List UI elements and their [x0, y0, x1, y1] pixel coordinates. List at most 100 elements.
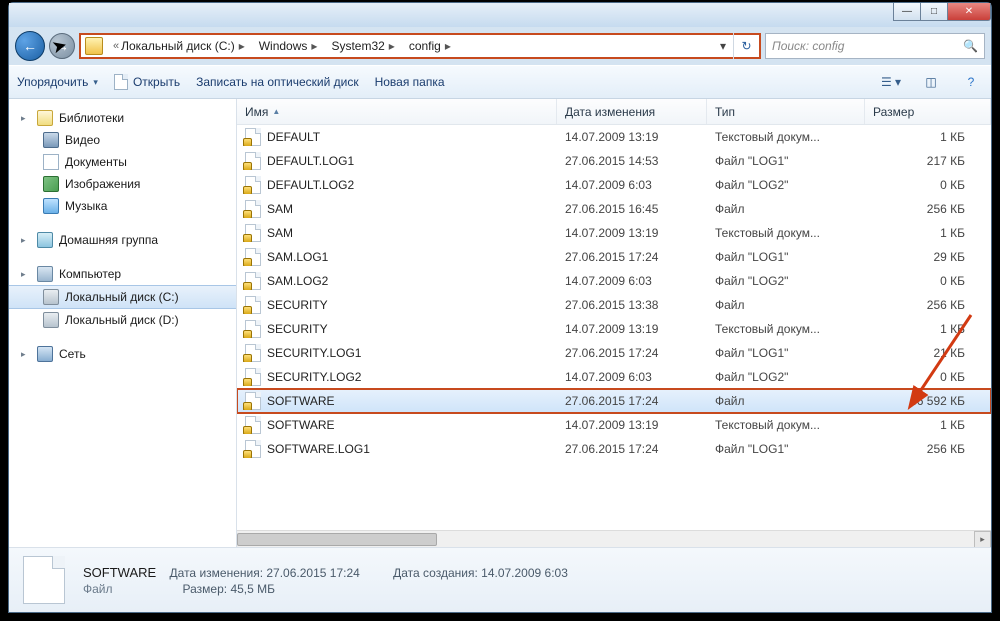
file-name: DEFAULT [267, 130, 320, 144]
file-icon [245, 152, 261, 170]
crumb-0[interactable]: Локальный диск (C:)▸ [116, 35, 254, 57]
cell-type: Файл "LOG2" [707, 370, 865, 384]
file-row[interactable]: DEFAULT.LOG127.06.2015 14:53Файл "LOG1"2… [237, 149, 991, 173]
crumb-label: config [409, 39, 441, 53]
cell-size: 256 КБ [865, 298, 973, 312]
file-row[interactable]: SECURITY27.06.2015 13:38Файл256 КБ [237, 293, 991, 317]
file-row[interactable]: SECURITY.LOG214.07.2009 6:03Файл "LOG2"0… [237, 365, 991, 389]
details-filename: SOFTWARE [83, 565, 156, 580]
file-name: SAM.LOG1 [267, 250, 328, 264]
new-folder-button[interactable]: Новая папка [375, 75, 445, 89]
file-icon [245, 416, 261, 434]
file-row[interactable]: DEFAULT.LOG214.07.2009 6:03Файл "LOG2"0 … [237, 173, 991, 197]
cell-name: SAM.LOG2 [237, 272, 557, 290]
breadcrumb-overflow[interactable]: « [107, 40, 116, 52]
cell-name: SAM.LOG1 [237, 248, 557, 266]
crumb-1[interactable]: Windows▸ [254, 35, 327, 57]
file-row[interactable]: DEFAULT14.07.2009 13:19Текстовый докум..… [237, 125, 991, 149]
sidebar-label: Изображения [65, 177, 140, 191]
sidebar-item-homegroup[interactable]: ▸Домашняя группа [9, 229, 236, 251]
sidebar-item-libraries[interactable]: ▸Библиотеки [9, 107, 236, 129]
details-mod-label: Дата изменения: [170, 566, 264, 580]
horizontal-scrollbar[interactable]: ▸ [237, 530, 991, 547]
lock-icon [243, 258, 252, 266]
lock-icon [243, 450, 252, 458]
expand-icon: ▸ [21, 235, 31, 246]
lock-icon [243, 210, 252, 218]
file-icon [245, 128, 261, 146]
col-label: Дата изменения [565, 105, 655, 119]
lock-icon [243, 402, 252, 410]
lock-icon [243, 330, 252, 338]
cell-name: DEFAULT.LOG1 [237, 152, 557, 170]
cell-date: 27.06.2015 17:24 [557, 442, 707, 456]
cell-date: 14.07.2009 6:03 [557, 274, 707, 288]
lock-icon [243, 186, 252, 194]
details-mod-value: 27.06.2015 17:24 [266, 566, 359, 580]
details-thumbnail [23, 556, 65, 604]
file-row[interactable]: SOFTWARE.LOG127.06.2015 17:24Файл "LOG1"… [237, 437, 991, 461]
cell-size: 217 КБ [865, 154, 973, 168]
cell-size: 1 КБ [865, 418, 973, 432]
breadcrumb-dropdown[interactable]: ▾ [713, 39, 733, 53]
col-type[interactable]: Тип [707, 99, 865, 124]
crumb-3[interactable]: config▸ [404, 35, 460, 57]
cell-name: SOFTWARE [237, 416, 557, 434]
file-row[interactable]: SOFTWARE27.06.2015 17:24Файл46 592 КБ [237, 389, 991, 413]
help-button[interactable]: ? [959, 72, 983, 92]
organize-menu[interactable]: Упорядочить [17, 75, 98, 89]
preview-pane-button[interactable]: ◫ [919, 72, 943, 92]
sidebar-item-documents[interactable]: Документы [9, 151, 236, 173]
lock-icon [243, 306, 252, 314]
file-name: SAM [267, 202, 293, 216]
cell-name: SECURITY.LOG1 [237, 344, 557, 362]
sidebar-item-network[interactable]: ▸Сеть [9, 343, 236, 365]
sidebar-item-computer[interactable]: ▸Компьютер [9, 263, 236, 285]
cell-date: 27.06.2015 17:24 [557, 346, 707, 360]
file-row[interactable]: SOFTWARE14.07.2009 13:19Текстовый докум.… [237, 413, 991, 437]
view-menu[interactable]: ☰ ▾ [879, 72, 903, 92]
file-name: DEFAULT.LOG2 [267, 178, 354, 192]
close-button[interactable]: ✕ [947, 3, 991, 21]
cell-type: Файл "LOG2" [707, 178, 865, 192]
sidebar-item-video[interactable]: Видео [9, 129, 236, 151]
sidebar-item-images[interactable]: Изображения [9, 173, 236, 195]
file-row[interactable]: SAM.LOG127.06.2015 17:24Файл "LOG1"29 КБ [237, 245, 991, 269]
sidebar-item-music[interactable]: Музыка [9, 195, 236, 217]
file-row[interactable]: SECURITY14.07.2009 13:19Текстовый докум.… [237, 317, 991, 341]
refresh-button[interactable]: ↻ [733, 33, 759, 59]
cell-size: 0 КБ [865, 178, 973, 192]
search-input[interactable]: Поиск: config 🔍 [765, 33, 985, 59]
col-name[interactable]: Имя▲ [237, 99, 557, 124]
cell-type: Текстовый докум... [707, 226, 865, 240]
col-date[interactable]: Дата изменения [557, 99, 707, 124]
col-size[interactable]: Размер [865, 99, 991, 124]
minimize-button[interactable]: — [893, 3, 921, 21]
sidebar-label: Компьютер [59, 267, 121, 281]
crumb-2[interactable]: System32▸ [326, 35, 403, 57]
cell-size: 256 КБ [865, 202, 973, 216]
chevron-icon: ▸ [235, 39, 249, 53]
back-button[interactable]: ← [15, 31, 45, 61]
forward-button[interactable]: → [49, 33, 75, 59]
file-row[interactable]: SAM.LOG214.07.2009 6:03Файл "LOG2"0 КБ [237, 269, 991, 293]
maximize-button[interactable]: □ [920, 3, 948, 21]
file-icon [245, 224, 261, 242]
open-button[interactable]: Открыть [114, 74, 180, 90]
file-row[interactable]: SECURITY.LOG127.06.2015 17:24Файл "LOG1"… [237, 341, 991, 365]
sidebar-label: Музыка [65, 199, 107, 213]
file-row[interactable]: SAM27.06.2015 16:45Файл256 КБ [237, 197, 991, 221]
search-placeholder: Поиск: config [772, 39, 844, 53]
sidebar-item-drive-d[interactable]: Локальный диск (D:) [9, 309, 236, 331]
file-rows[interactable]: DEFAULT14.07.2009 13:19Текстовый докум..… [237, 125, 991, 530]
burn-button[interactable]: Записать на оптический диск [196, 75, 359, 89]
breadcrumb[interactable]: « Локальный диск (C:)▸ Windows▸ System32… [79, 33, 761, 59]
file-name: SOFTWARE [267, 394, 335, 408]
details-created-value: 14.07.2009 6:03 [481, 566, 568, 580]
scrollbar-thumb[interactable] [237, 533, 437, 546]
lock-icon [243, 378, 252, 386]
sidebar-item-drive-c[interactable]: Локальный диск (C:) [9, 285, 236, 309]
file-name: SECURITY.LOG2 [267, 370, 361, 384]
scroll-right-button[interactable]: ▸ [974, 531, 991, 547]
file-row[interactable]: SAM14.07.2009 13:19Текстовый докум...1 К… [237, 221, 991, 245]
